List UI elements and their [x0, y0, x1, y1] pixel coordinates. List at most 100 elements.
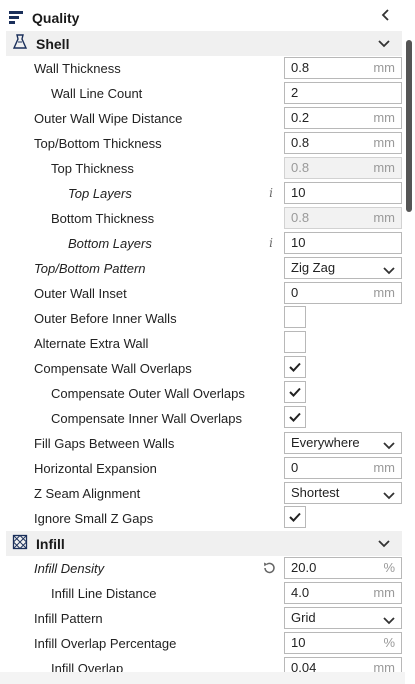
- outer-before-inner-walls-checkbox[interactable]: [284, 306, 306, 328]
- infill-pattern-select[interactable]: Grid: [284, 607, 402, 629]
- top-thickness-input[interactable]: 0.8 mm: [284, 157, 402, 179]
- setting-label: Z Seam Alignment: [34, 486, 141, 501]
- chevron-down-icon[interactable]: [378, 36, 390, 51]
- setting-label: Ignore Small Z Gaps: [34, 511, 154, 526]
- setting-label: Compensate Wall Overlaps: [34, 361, 192, 376]
- field-value: 0.8: [291, 210, 310, 225]
- setting-label: Top/Bottom Thickness: [34, 136, 162, 151]
- field-value: 0.2: [291, 110, 310, 125]
- setting-label: Horizontal Expansion: [34, 461, 157, 476]
- chevron-down-icon: [383, 438, 395, 453]
- shell-icon: [12, 34, 28, 53]
- setting-label: Infill Line Distance: [51, 586, 157, 601]
- reset-icon[interactable]: [262, 561, 276, 578]
- alternate-extra-wall-checkbox[interactable]: [284, 331, 306, 353]
- setting-label: Outer Wall Inset: [34, 286, 127, 301]
- setting-row: Top Thickness 0.8 mm: [0, 156, 405, 181]
- chevron-left-icon[interactable]: [381, 8, 391, 26]
- select-value: Zig Zag: [291, 260, 336, 275]
- setting-label: Bottom Layers: [68, 236, 152, 251]
- setting-label: Outer Wall Wipe Distance: [34, 111, 183, 126]
- quality-header[interactable]: Quality: [8, 6, 401, 30]
- setting-row: Z Seam Alignment Shortest: [0, 481, 405, 506]
- check-icon: [289, 412, 301, 422]
- top-bottom-pattern-select[interactable]: Zig Zag: [284, 257, 402, 279]
- bottom-thickness-input[interactable]: 0.8 mm: [284, 207, 402, 229]
- setting-label: Infill Density: [34, 561, 105, 576]
- setting-label: Infill Overlap Percentage: [34, 636, 177, 651]
- z-seam-alignment-select[interactable]: Shortest: [284, 482, 402, 504]
- ignore-small-z-gaps-checkbox[interactable]: [284, 506, 306, 528]
- field-unit: mm: [373, 585, 395, 600]
- header-title: Quality: [32, 10, 80, 26]
- wall-line-count-input[interactable]: 2: [284, 82, 402, 104]
- setting-row: Bottom Thickness 0.8 mm: [0, 206, 405, 231]
- chevron-down-icon: [383, 488, 395, 503]
- info-icon[interactable]: i: [266, 236, 276, 250]
- setting-row: Outer Before Inner Walls: [0, 306, 405, 331]
- field-value: 0: [291, 460, 299, 475]
- field-unit: %: [383, 635, 395, 650]
- setting-row: Bottom Layers i 10: [0, 231, 405, 256]
- select-value: Grid: [291, 610, 316, 625]
- setting-row: Top/Bottom Pattern Zig Zag: [0, 256, 405, 281]
- compensate-inner-wall-overlaps-checkbox[interactable]: [284, 406, 306, 428]
- wall-thickness-input[interactable]: 0.8 mm: [284, 57, 402, 79]
- bottom-layers-input[interactable]: 10: [284, 232, 402, 254]
- field-value: 0: [291, 285, 299, 300]
- setting-row: Wall Line Count 2: [0, 81, 405, 106]
- setting-label: Compensate Outer Wall Overlaps: [51, 386, 245, 401]
- field-unit: mm: [373, 110, 395, 125]
- field-value: 2: [291, 85, 299, 100]
- setting-label: Top Thickness: [51, 161, 134, 176]
- check-icon: [289, 362, 301, 372]
- setting-row: Outer Wall Wipe Distance 0.2 mm: [0, 106, 405, 131]
- scrollbar[interactable]: [406, 40, 412, 212]
- chevron-down-icon[interactable]: [378, 536, 390, 551]
- compensate-outer-wall-overlaps-checkbox[interactable]: [284, 381, 306, 403]
- setting-row: Top/Bottom Thickness 0.8 mm: [0, 131, 405, 156]
- setting-row: Fill Gaps Between Walls Everywhere: [0, 431, 405, 456]
- setting-label: Infill Pattern: [34, 611, 103, 626]
- info-icon[interactable]: i: [266, 186, 276, 200]
- setting-label: Outer Before Inner Walls: [34, 311, 177, 326]
- compensate-wall-overlaps-checkbox[interactable]: [284, 356, 306, 378]
- setting-row: Infill Density 20.0 %: [0, 556, 405, 581]
- infill-density-input[interactable]: 20.0 %: [284, 557, 402, 579]
- setting-row: Horizontal Expansion 0 mm: [0, 456, 405, 481]
- field-value: 0.8: [291, 160, 310, 175]
- infill-line-distance-input[interactable]: 4.0 mm: [284, 582, 402, 604]
- infill-icon: [12, 534, 28, 553]
- setting-label: Compensate Inner Wall Overlaps: [51, 411, 242, 426]
- field-value: 4.0: [291, 585, 310, 600]
- field-unit: mm: [373, 135, 395, 150]
- horizontal-expansion-input[interactable]: 0 mm: [284, 457, 402, 479]
- field-value: 0.8: [291, 135, 310, 150]
- fill-gaps-between-walls-select[interactable]: Everywhere: [284, 432, 402, 454]
- setting-row: Outer Wall Inset 0 mm: [0, 281, 405, 306]
- chevron-down-icon: [383, 263, 395, 278]
- setting-row: Wall Thickness 0.8 mm: [0, 56, 405, 81]
- field-value: 0.8: [291, 60, 310, 75]
- setting-row: Top Layers i 10: [0, 181, 405, 206]
- setting-label: Wall Thickness: [34, 61, 121, 76]
- outer-wall-inset-input[interactable]: 0 mm: [284, 282, 402, 304]
- check-icon: [289, 512, 301, 522]
- setting-row: Compensate Inner Wall Overlaps: [0, 406, 405, 431]
- setting-row: Infill Pattern Grid: [0, 606, 405, 631]
- section-shell[interactable]: Shell: [6, 31, 402, 56]
- setting-row: Compensate Wall Overlaps: [0, 356, 405, 381]
- top-layers-input[interactable]: 10: [284, 182, 402, 204]
- infill-overlap-percentage-input[interactable]: 10 %: [284, 632, 402, 654]
- field-value: 20.0: [291, 560, 317, 575]
- top-bottom-thickness-input[interactable]: 0.8 mm: [284, 132, 402, 154]
- select-value: Shortest: [291, 485, 340, 500]
- section-infill[interactable]: Infill: [6, 531, 402, 556]
- outer-wall-wipe-distance-input[interactable]: 0.2 mm: [284, 107, 402, 129]
- setting-label: Wall Line Count: [51, 86, 143, 101]
- field-unit: mm: [373, 60, 395, 75]
- setting-row: Infill Overlap Percentage 10 %: [0, 631, 405, 656]
- select-value: Everywhere: [291, 435, 360, 450]
- quality-icon: [8, 9, 24, 28]
- setting-label: Fill Gaps Between Walls: [34, 436, 175, 451]
